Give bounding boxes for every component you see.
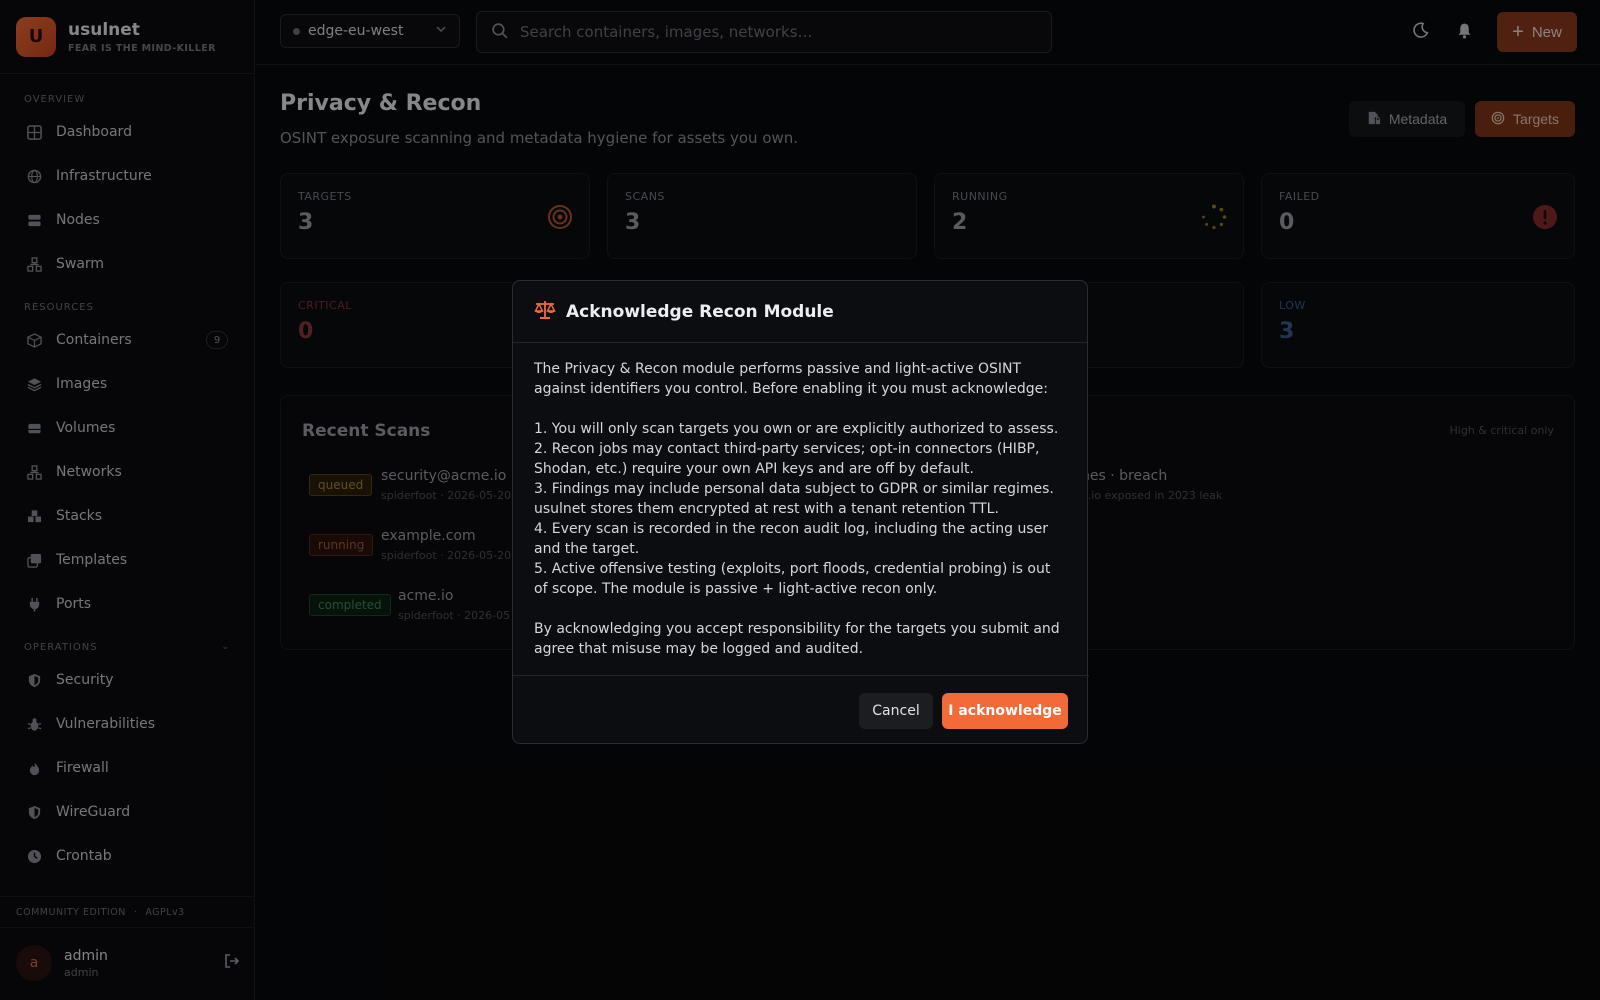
acknowledge-modal: Acknowledge Recon Module The Privacy & R… xyxy=(512,280,1089,745)
scale-icon xyxy=(534,300,556,324)
modal-footer: Cancel I acknowledge xyxy=(513,675,1089,745)
cancel-button[interactable]: Cancel xyxy=(859,693,933,729)
ack-point-5: 5. Active offensive testing (exploits, p… xyxy=(534,561,1051,597)
ack-point-1: 1. You will only scan targets you own or… xyxy=(534,421,1059,437)
modal-outro: By acknowledging you accept responsibili… xyxy=(534,621,1060,657)
ack-point-3: 3. Findings may include personal data su… xyxy=(534,481,1054,517)
ack-point-4: 4. Every scan is recorded in the recon a… xyxy=(534,521,1048,557)
modal-title: Acknowledge Recon Module xyxy=(566,301,834,322)
acknowledge-button[interactable]: I acknowledge xyxy=(942,693,1068,729)
modal-header: Acknowledge Recon Module xyxy=(513,281,1087,343)
ack-point-2: 2. Recon jobs may contact third-party se… xyxy=(534,441,1040,477)
modal-intro: The Privacy & Recon module performs pass… xyxy=(534,361,1049,397)
modal-body: The Privacy & Recon module performs pass… xyxy=(534,359,1068,659)
